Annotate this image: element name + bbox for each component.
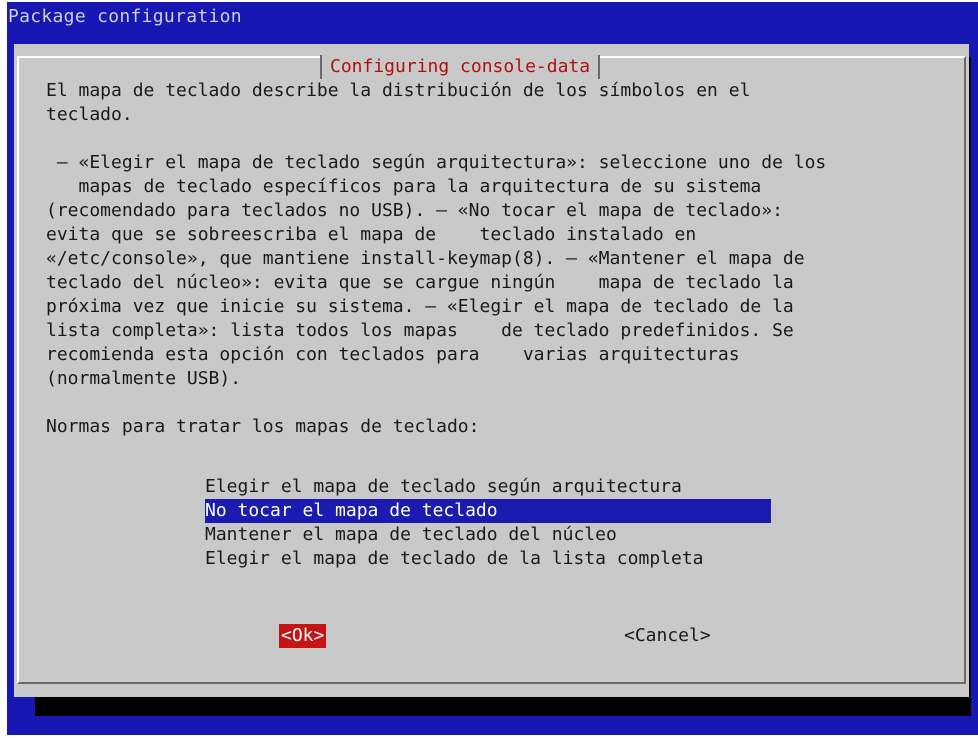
menu-option-full-list[interactable]: Elegir el mapa de teclado de la lista co… — [205, 547, 771, 571]
menu-option-dont-touch[interactable]: No tocar el mapa de teclado — [205, 499, 771, 523]
dialog-title: Configuring console-data — [320, 55, 601, 79]
window-title: Package configuration — [8, 6, 242, 27]
ok-button[interactable]: <Ok> — [279, 624, 327, 648]
menu-option-architecture[interactable]: Elegir el mapa de teclado según arquitec… — [205, 475, 771, 499]
keymap-policy-menu: Elegir el mapa de teclado según arquitec… — [205, 475, 771, 571]
menu-option-kernel[interactable]: Mantener el mapa de teclado del núcleo — [205, 523, 771, 547]
cancel-button[interactable]: <Cancel> — [624, 624, 711, 648]
dialog-description: El mapa de teclado describe la distribuc… — [46, 80, 827, 437]
